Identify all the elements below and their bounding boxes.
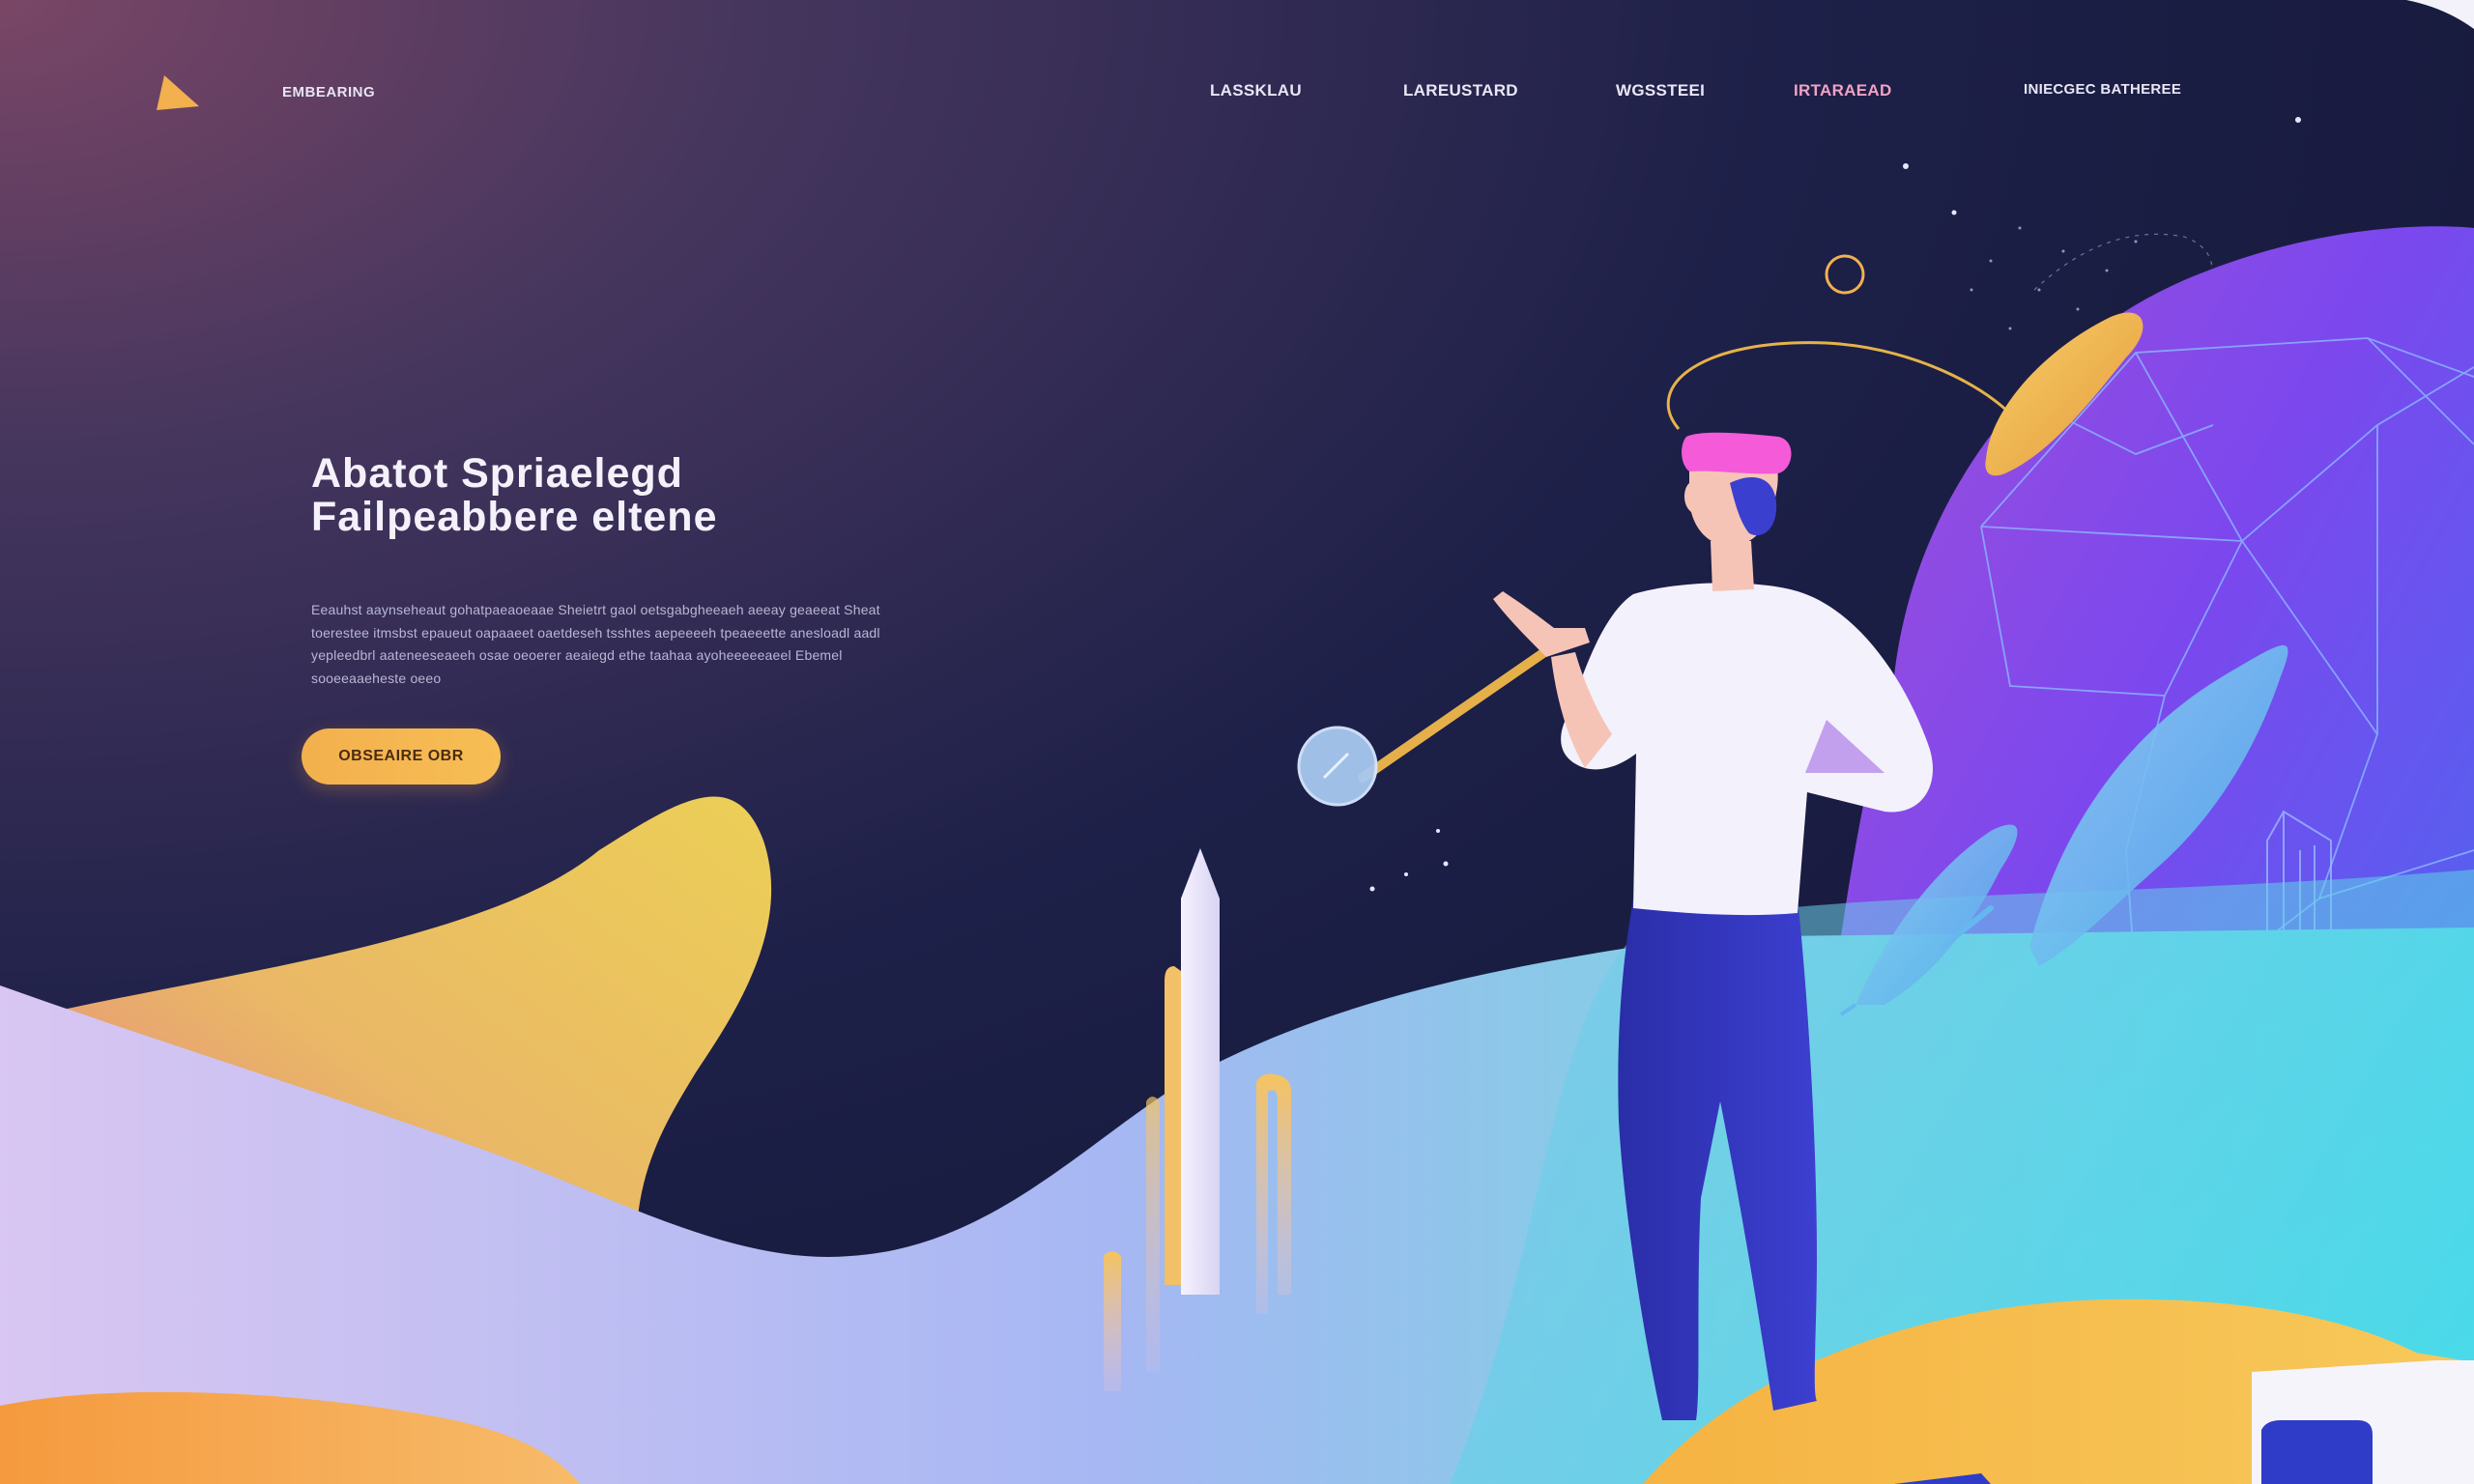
triangle-logo-icon[interactable] (153, 73, 201, 118)
screen-device (2252, 1360, 2474, 1484)
nav-link-3[interactable]: WGSSTEEI (1616, 81, 1705, 100)
nav-link-1[interactable]: LASSKLAU (1210, 81, 1302, 100)
cta-button[interactable]: OBSEAIRE OBR (302, 728, 501, 785)
brand-name[interactable]: EMBEARING (282, 84, 375, 100)
nav-link-4[interactable]: IRTARAEAD (1794, 81, 1892, 100)
nav-link-5[interactable]: INIECGEC BATHEREE (2024, 81, 2181, 98)
hero-title-line-1: Abatot Spriaelegd (311, 450, 683, 497)
nav-link-2[interactable]: LAREUSTARD (1403, 81, 1518, 100)
hero-description: Eeauhst aaynseheaut gohatpaeaoeaae Sheie… (311, 602, 880, 686)
top-navigation: EMBEARING LASSKLAU LAREUSTARD WGSSTEEI I… (0, 0, 2474, 184)
hero-title-line-2: Failpeabbere eltene (311, 494, 718, 541)
hero-title: Abatot Spriaelegd Failpeabbere eltene (311, 450, 1007, 541)
